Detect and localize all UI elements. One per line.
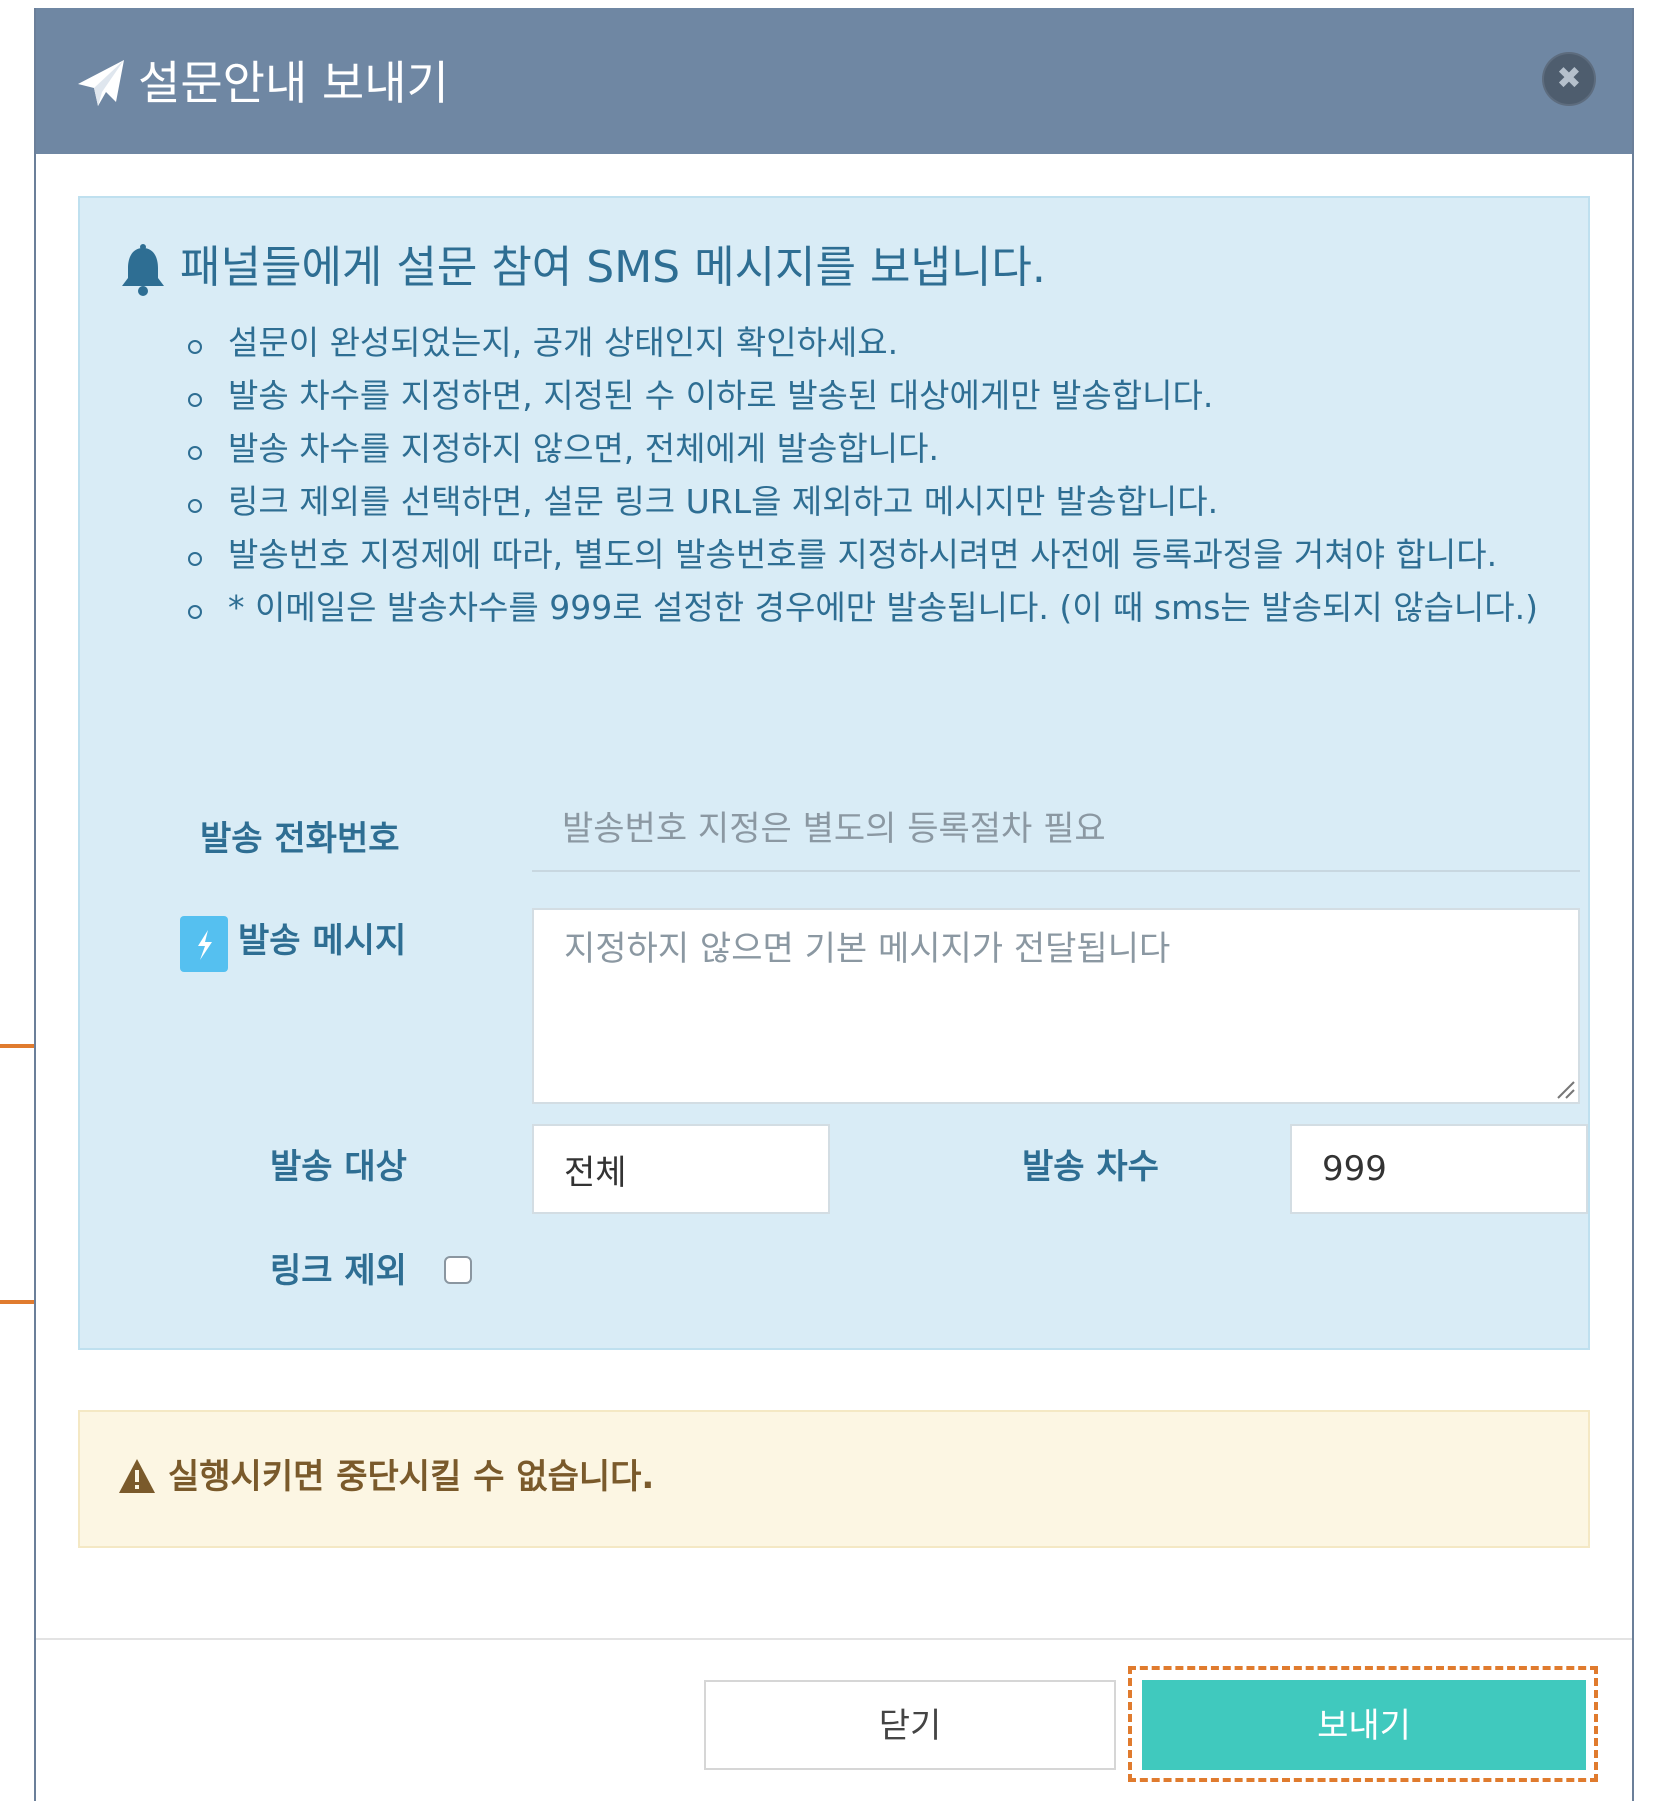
close-icon[interactable]: ✖ (1544, 54, 1594, 104)
lightning-icon (180, 916, 228, 972)
resize-handle-icon[interactable] (1556, 1080, 1576, 1100)
list-item: 발송 차수를 지정하지 않으면, 전체에게 발송합니다. (180, 422, 1550, 475)
send-survey-dialog: 설문안내 보내기 ✖ 패널들에게 설문 참여 SMS 메시지를 보냅니다. 설문… (34, 8, 1634, 1801)
bell-icon (122, 244, 164, 296)
footer-divider (36, 1638, 1632, 1640)
phone-number-value: 발송번호 지정은 별도의 등록절차 필요 (532, 794, 1580, 872)
warning-panel: 실행시키면 중단시킬 수 없습니다. (78, 1410, 1590, 1548)
message-textarea[interactable] (532, 908, 1580, 1104)
target-label: 발송 대상 (270, 1147, 407, 1187)
info-panel: 패널들에게 설문 참여 SMS 메시지를 보냅니다. 설문이 완성되었는지, 공… (78, 196, 1590, 1350)
info-list: 설문이 완성되었는지, 공개 상태인지 확인하세요. 발송 차수를 지정하면, … (180, 316, 1550, 634)
dialog-header: 설문안내 보내기 ✖ (36, 8, 1632, 154)
highlight-frame (1128, 1666, 1598, 1782)
phone-label: 발송 전화번호 (200, 819, 400, 859)
target-input[interactable] (532, 1124, 830, 1214)
dialog-title: 설문안내 보내기 (138, 56, 449, 110)
warning-text: 실행시키면 중단시킬 수 없습니다. (168, 1457, 655, 1497)
message-label: 발송 메시지 (238, 921, 407, 961)
list-item: 발송 차수를 지정하면, 지정된 수 이하로 발송된 대상에게만 발송합니다. (180, 369, 1550, 422)
warning-icon (119, 1459, 155, 1493)
info-heading: 패널들에게 설문 참여 SMS 메시지를 보냅니다. (180, 242, 1046, 293)
list-item: 발송번호 지정제에 따라, 별도의 발송번호를 지정하시려면 사전에 등록과정을… (180, 528, 1550, 581)
exclude-link-checkbox[interactable] (444, 1256, 472, 1284)
round-label: 발송 차수 (1022, 1147, 1159, 1187)
list-item: 설문이 완성되었는지, 공개 상태인지 확인하세요. (180, 316, 1550, 369)
exclude-link-label: 링크 제외 (270, 1251, 407, 1291)
close-button[interactable]: 닫기 (704, 1680, 1116, 1770)
paper-plane-icon (78, 60, 124, 106)
list-item: * 이메일은 발송차수를 999로 설정한 경우에만 발송됩니다. (이 때 s… (180, 581, 1550, 634)
list-item: 링크 제외를 선택하면, 설문 링크 URL을 제외하고 메시지만 발송합니다. (180, 475, 1550, 528)
round-input[interactable] (1290, 1124, 1588, 1214)
